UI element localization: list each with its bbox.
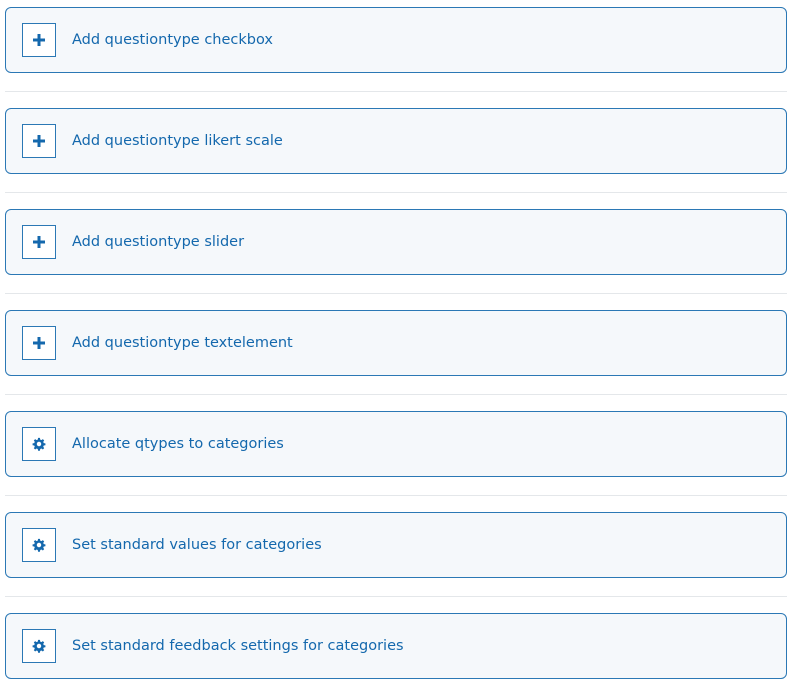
divider xyxy=(5,91,787,92)
divider xyxy=(5,596,787,597)
divider xyxy=(5,394,787,395)
divider xyxy=(5,293,787,294)
gear-icon xyxy=(22,427,56,461)
plus-icon xyxy=(22,124,56,158)
plus-icon xyxy=(22,23,56,57)
action-label: Add questiontype slider xyxy=(72,234,245,250)
plus-icon xyxy=(22,225,56,259)
set-feedback-settings-button[interactable]: Set standard feedback settings for categ… xyxy=(5,613,787,679)
action-label: Allocate qtypes to categories xyxy=(72,436,284,452)
add-textelement-button[interactable]: Add questiontype textelement xyxy=(5,310,787,376)
set-standard-values-button[interactable]: Set standard values for categories xyxy=(5,512,787,578)
action-label: Add questiontype textelement xyxy=(72,335,293,351)
action-label: Set standard feedback settings for categ… xyxy=(72,638,404,654)
action-label: Set standard values for categories xyxy=(72,537,322,553)
plus-icon xyxy=(22,326,56,360)
action-label: Add questiontype likert scale xyxy=(72,133,283,149)
action-list: Add questiontype checkbox Add questionty… xyxy=(0,0,794,688)
gear-icon xyxy=(22,629,56,663)
gear-icon xyxy=(22,528,56,562)
allocate-qtypes-button[interactable]: Allocate qtypes to categories xyxy=(5,411,787,477)
add-slider-button[interactable]: Add questiontype slider xyxy=(5,209,787,275)
action-label: Add questiontype checkbox xyxy=(72,32,273,48)
divider xyxy=(5,192,787,193)
add-likert-scale-button[interactable]: Add questiontype likert scale xyxy=(5,108,787,174)
add-checkbox-button[interactable]: Add questiontype checkbox xyxy=(5,7,787,73)
divider xyxy=(5,495,787,496)
